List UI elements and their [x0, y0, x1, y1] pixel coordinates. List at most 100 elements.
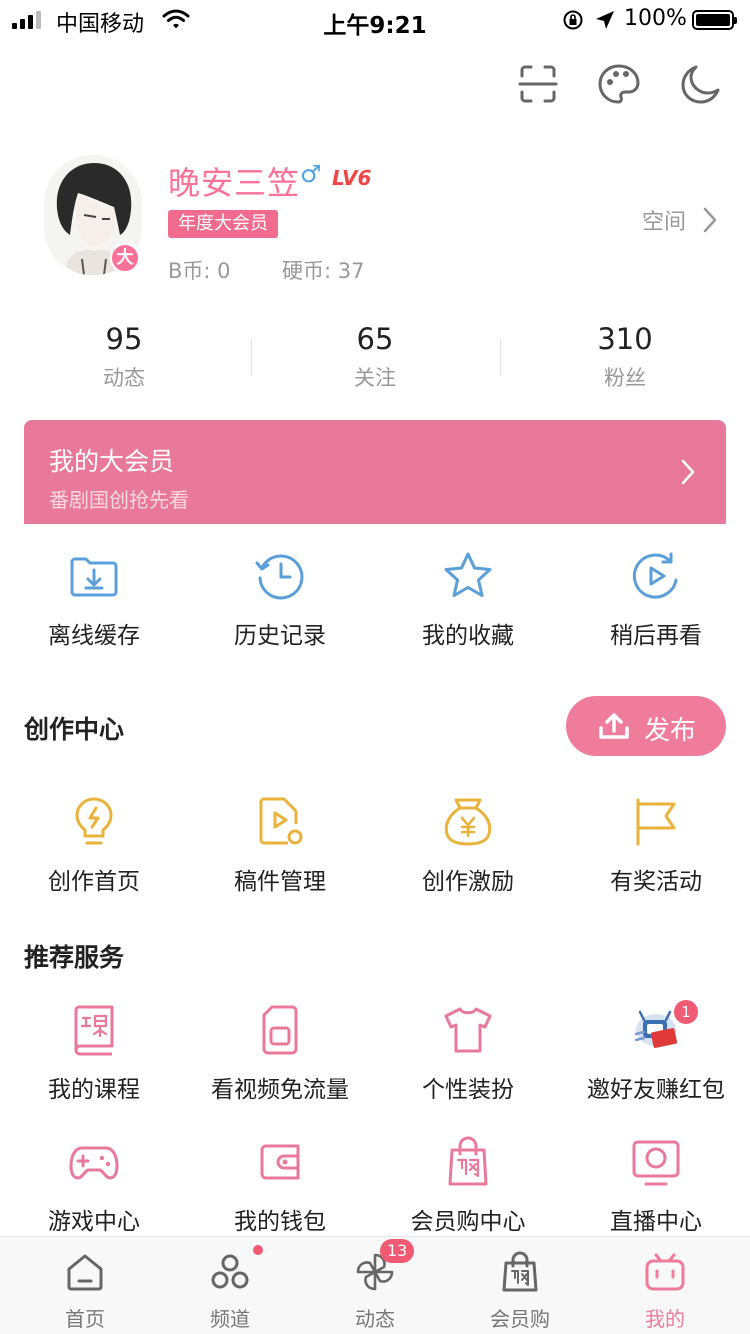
- creation-center-title: 创作中心: [24, 715, 125, 744]
- tab-label: 会员购: [490, 1307, 550, 1331]
- service-member-shopping[interactable]: 会员购中心: [374, 1136, 562, 1236]
- watch-later-icon: [632, 552, 678, 599]
- prize-events[interactable]: 有奖活动: [562, 796, 750, 896]
- location-arrow-icon: [596, 11, 614, 29]
- course-book-icon: [74, 1005, 114, 1056]
- rotation-lock-icon: [563, 10, 583, 30]
- stat-posts[interactable]: 95 动态: [24, 322, 224, 392]
- service-label: 我的钱包: [234, 1209, 326, 1235]
- creation-incentive[interactable]: 创作激励: [374, 796, 562, 896]
- stat-divider: [251, 338, 252, 376]
- battery-percent: 100%: [624, 6, 687, 31]
- chevron-right-icon: [681, 459, 695, 485]
- vip-banner-subtitle: 番剧国创抢先看: [49, 488, 189, 512]
- tab-dynamic[interactable]: 13 动态: [300, 1237, 450, 1334]
- service-label: 会员购中心: [410, 1209, 526, 1235]
- stat-followers[interactable]: 310 粉丝: [525, 322, 725, 392]
- quick-action-favorites[interactable]: 我的收藏: [374, 550, 562, 650]
- service-label: 看视频免流量: [211, 1077, 349, 1103]
- status-bar: 中国移动 上午9:21 100%: [0, 0, 750, 40]
- service-personal-dressup[interactable]: 个性装扮: [374, 1004, 562, 1104]
- service-label: 游戏中心: [48, 1209, 140, 1235]
- manuscript-management[interactable]: 稿件管理: [186, 796, 374, 896]
- notification-count-badge: 13: [380, 1239, 415, 1263]
- tab-label: 我的: [645, 1307, 685, 1331]
- publish-label: 发布: [644, 716, 697, 746]
- palette-icon[interactable]: [597, 62, 641, 106]
- level-badge: LV6: [332, 166, 372, 190]
- service-free-data[interactable]: 看视频免流量: [186, 1004, 374, 1104]
- vip-tag[interactable]: 年度大会员: [168, 210, 278, 238]
- tab-channel[interactable]: 频道: [155, 1237, 305, 1334]
- quick-action-label: 历史记录: [234, 623, 326, 649]
- hard-coin-balance[interactable]: 硬币: 37: [282, 255, 364, 285]
- chevron-right-icon[interactable]: [702, 206, 718, 234]
- creation-item-label: 创作激励: [422, 869, 514, 895]
- stat-posts-count: 95: [105, 322, 143, 356]
- creation-item-label: 创作首页: [48, 869, 140, 895]
- service-label: 个性装扮: [422, 1077, 514, 1103]
- service-game-center[interactable]: 游戏中心: [0, 1136, 188, 1236]
- avatar[interactable]: 大: [44, 155, 142, 275]
- stat-posts-label: 动态: [103, 366, 145, 390]
- creation-item-label: 稿件管理: [234, 869, 326, 895]
- vip-banner-title: 我的大会员: [49, 447, 175, 476]
- gamepad-icon: [69, 1146, 119, 1180]
- stat-following-label: 关注: [354, 366, 396, 390]
- night-mode-moon-icon[interactable]: [678, 62, 722, 106]
- stat-divider: [500, 338, 501, 376]
- stat-following[interactable]: 65 关注: [275, 322, 475, 392]
- tab-home[interactable]: 首页: [10, 1237, 160, 1334]
- service-label: 我的课程: [48, 1077, 140, 1103]
- lightbulb-icon: [75, 797, 113, 845]
- live-tv-icon: [632, 1140, 680, 1186]
- star-icon: [444, 552, 492, 597]
- service-invite-friends[interactable]: 1 邀好友赚红包: [562, 1000, 750, 1104]
- quick-action-label: 我的收藏: [422, 623, 514, 649]
- shopping-bag-icon: [502, 1251, 538, 1292]
- channel-icon: [211, 1254, 249, 1289]
- quick-action-offline-cache[interactable]: 离线缓存: [0, 550, 188, 650]
- publish-button[interactable]: 发布: [566, 696, 726, 756]
- creation-item-label: 有奖活动: [610, 869, 702, 895]
- service-label: 邀好友赚红包: [587, 1077, 725, 1103]
- home-icon: [67, 1254, 103, 1291]
- stat-followers-count: 310: [597, 322, 653, 356]
- vip-membership-banner[interactable]: 我的大会员 番剧国创抢先看: [24, 420, 726, 524]
- service-my-courses[interactable]: 我的课程: [0, 1004, 188, 1104]
- b-coin-balance[interactable]: B币: 0: [168, 255, 231, 285]
- tab-label: 动态: [355, 1307, 395, 1331]
- service-label: 直播中心: [610, 1209, 702, 1235]
- notification-badge: 1: [674, 1000, 698, 1024]
- battery-icon: [692, 10, 737, 30]
- gender-male-icon: ♂: [300, 160, 322, 188]
- services-title: 推荐服务: [24, 943, 125, 972]
- username[interactable]: 晚安三笠: [168, 158, 300, 204]
- bottom-tab-bar: 首页 频道 13 动态 会员购 我的: [0, 1236, 750, 1334]
- tab-mine[interactable]: 我的: [590, 1237, 740, 1334]
- download-folder-icon: [70, 557, 118, 597]
- service-wallet[interactable]: 我的钱包: [186, 1136, 374, 1236]
- scan-icon[interactable]: [516, 62, 560, 106]
- stat-following-count: 65: [356, 322, 394, 356]
- history-clock-icon: [255, 554, 304, 600]
- new-content-dot: [253, 1245, 263, 1255]
- sim-card-icon: [262, 1005, 298, 1055]
- service-live-center[interactable]: 直播中心: [562, 1136, 750, 1236]
- quick-action-label: 离线缓存: [48, 623, 140, 649]
- creation-home[interactable]: 创作首页: [0, 796, 188, 896]
- money-bag-icon: [444, 798, 492, 846]
- wallet-icon: [260, 1144, 300, 1180]
- quick-action-label: 稍后再看: [610, 623, 702, 649]
- tab-label: 首页: [65, 1307, 105, 1331]
- quick-action-history[interactable]: 历史记录: [186, 550, 374, 650]
- tab-label: 频道: [210, 1307, 250, 1331]
- quick-action-watch-later[interactable]: 稍后再看: [562, 550, 750, 650]
- tshirt-icon: [444, 1007, 492, 1053]
- space-link[interactable]: 空间: [642, 204, 686, 236]
- tab-member-shop[interactable]: 会员购: [445, 1237, 595, 1334]
- shopping-bag-icon: [448, 1136, 488, 1186]
- flag-icon: [636, 798, 676, 846]
- video-file-icon: [259, 797, 303, 845]
- avatar-vip-badge: 大: [110, 243, 140, 273]
